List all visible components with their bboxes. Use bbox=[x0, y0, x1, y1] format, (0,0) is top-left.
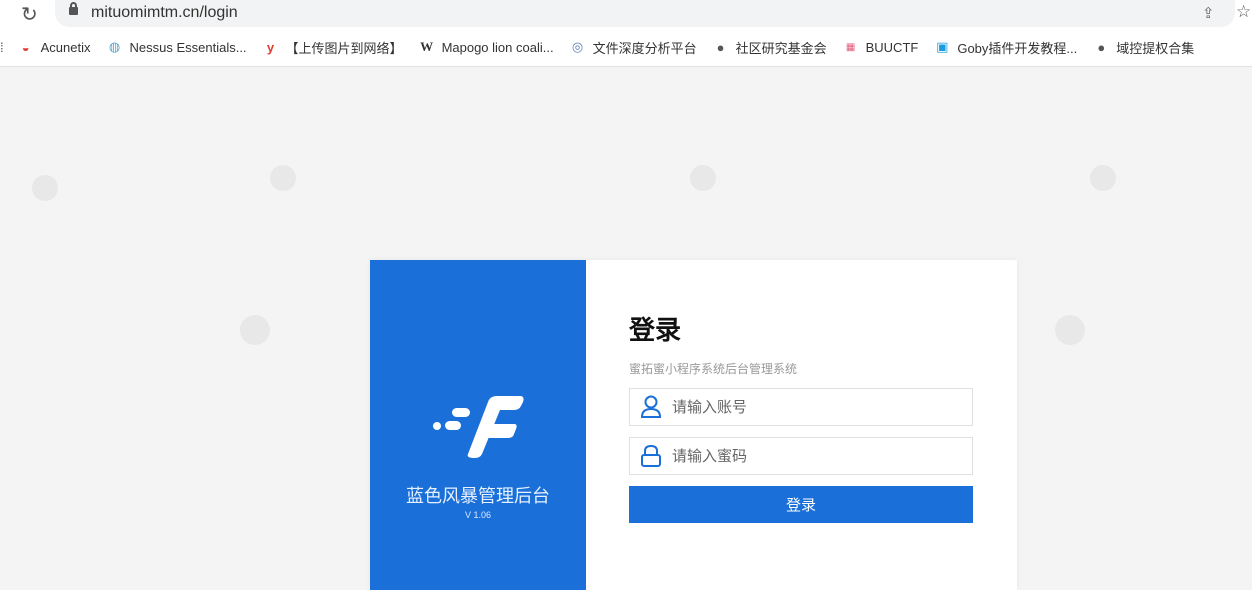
bookmark-label: Nessus Essentials... bbox=[129, 39, 247, 55]
lock-icon bbox=[641, 444, 661, 467]
bookmark[interactable]: W Mapogo lion coali... bbox=[419, 39, 554, 55]
username-field[interactable] bbox=[629, 388, 973, 426]
bookmark[interactable]: y 【上传图片到网络】 bbox=[263, 38, 403, 57]
login-card: 蓝色风暴管理后台 V 1.06 登录 蜜拓蜜小程序系统后台管理系统 登录 bbox=[370, 260, 1017, 590]
bookmark-label: Mapogo lion coali... bbox=[441, 39, 554, 55]
password-input[interactable] bbox=[672, 447, 962, 465]
buuctf-icon: ▦ bbox=[845, 41, 856, 53]
background-pattern bbox=[1090, 165, 1116, 191]
bookmark[interactable]: ▦ BUUCTF bbox=[843, 39, 919, 55]
login-button[interactable]: 登录 bbox=[629, 486, 973, 523]
bookmark[interactable]: ● 域控提权合集 bbox=[1093, 38, 1194, 57]
acunetix-icon: ◒ bbox=[21, 39, 30, 55]
nessus-icon: ◍ bbox=[108, 39, 121, 54]
bookmark[interactable]: ▣ Goby插件开发教程... bbox=[934, 38, 1077, 57]
lock-icon bbox=[69, 2, 78, 15]
login-subtitle: 蜜拓蜜小程序系统后台管理系统 bbox=[629, 362, 798, 376]
version-label: V 1.06 bbox=[464, 510, 492, 520]
apps-icon[interactable]: ⁞ bbox=[0, 40, 4, 55]
background-pattern bbox=[1055, 315, 1085, 345]
bookmark[interactable]: ◒ Acunetix bbox=[18, 40, 91, 55]
brand-panel: 蓝色风暴管理后台 V 1.06 bbox=[370, 260, 586, 590]
wikipedia-icon: W bbox=[420, 39, 434, 54]
background-pattern bbox=[32, 175, 58, 201]
bilibili-icon: ▣ bbox=[936, 39, 949, 54]
bookmark-label: Goby插件开发教程... bbox=[957, 40, 1078, 56]
user-icon bbox=[640, 395, 662, 418]
y-icon: y bbox=[266, 39, 275, 55]
eye-icon: ◎ bbox=[571, 39, 584, 54]
bookmark-label: Acunetix bbox=[40, 39, 91, 55]
bookmark-label: 文件深度分析平台 bbox=[592, 40, 697, 56]
bookmark-label: 社区研究基金会 bbox=[735, 40, 827, 56]
address-bar[interactable]: mituomimtm.cn/login bbox=[55, 0, 1235, 27]
bookmark-label: 域控提权合集 bbox=[1116, 40, 1195, 56]
globe-icon: ● bbox=[1097, 39, 1106, 55]
password-field[interactable] bbox=[629, 437, 973, 475]
bookmark[interactable]: ● 社区研究基金会 bbox=[713, 38, 827, 57]
bookmarks-bar: ⁞ ◒ Acunetix ◍ Nessus Essentials... y 【上传图片… bbox=[0, 28, 1252, 67]
login-title: 登录 bbox=[629, 315, 682, 345]
username-input[interactable] bbox=[672, 398, 962, 416]
browser-toolbar: ↻ mituomimtm.cn/login ⇪ ☆ bbox=[0, 0, 1252, 28]
reload-icon[interactable]: ↻ bbox=[21, 2, 38, 27]
star-icon[interactable]: ☆ bbox=[1236, 2, 1251, 22]
bookmark-label: 【上传图片到网络】 bbox=[285, 40, 403, 56]
bookmark[interactable]: ◎ 文件深度分析平台 bbox=[570, 38, 697, 57]
url-text[interactable]: mituomimtm.cn/login bbox=[91, 4, 238, 22]
share-icon[interactable]: ⇪ bbox=[1202, 4, 1215, 22]
background-pattern bbox=[270, 165, 296, 191]
background-pattern bbox=[240, 315, 270, 345]
brand-name: 蓝色风暴管理后台 bbox=[406, 486, 550, 506]
background-pattern bbox=[690, 165, 716, 191]
bookmark-label: BUUCTF bbox=[865, 39, 919, 55]
bookmark[interactable]: ◍ Nessus Essentials... bbox=[107, 39, 247, 55]
logo-icon bbox=[433, 396, 524, 458]
globe-icon: ● bbox=[716, 39, 725, 55]
